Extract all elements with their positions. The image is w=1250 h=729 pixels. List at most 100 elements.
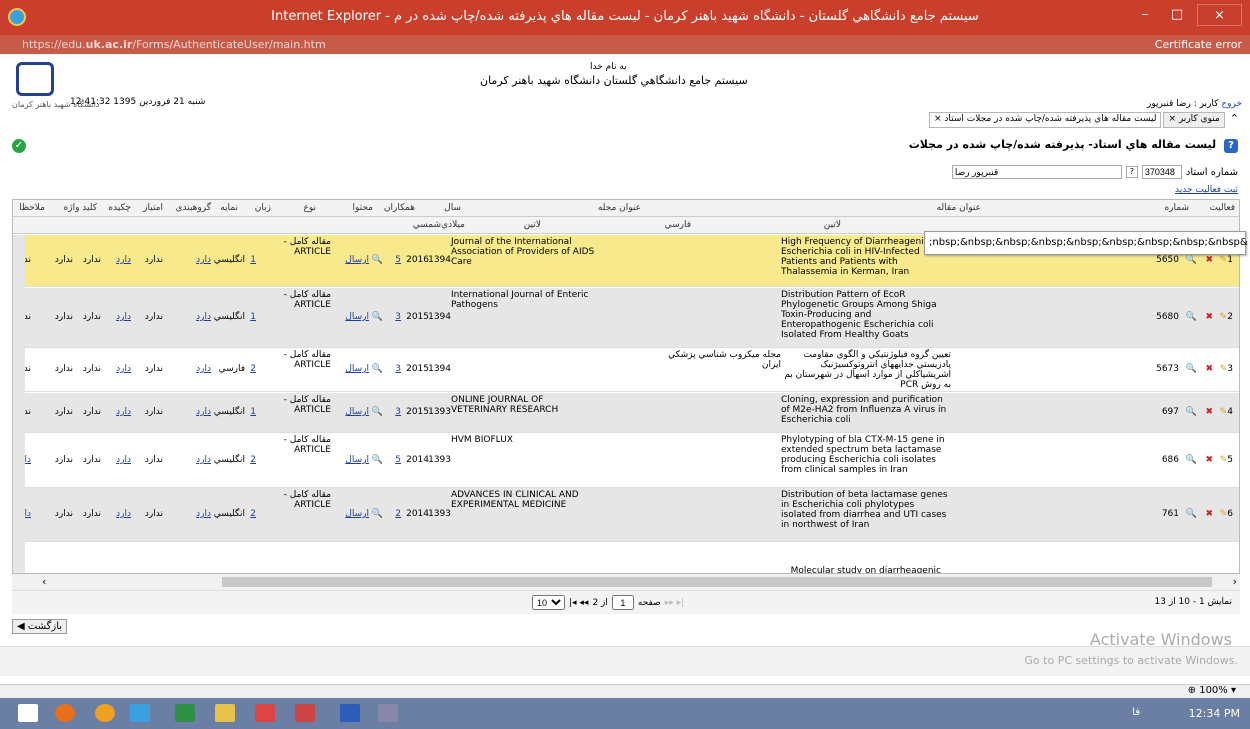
edit-icon[interactable]: ✎	[1219, 509, 1227, 519]
last-page-icon[interactable]: ▸▸ ▸|	[665, 598, 684, 608]
content-search-icon[interactable]: 🔍	[372, 455, 383, 465]
edit-icon[interactable]: ✎	[1219, 455, 1227, 465]
app-icon[interactable]	[378, 704, 398, 722]
store-icon[interactable]	[175, 704, 195, 722]
chrome-icon[interactable]	[55, 704, 75, 722]
table-row[interactable]: 5 686 Phylotyping of bla CTX-M-15 gene in …	[13, 433, 1239, 488]
start-icon[interactable]	[18, 704, 38, 722]
content-search-icon[interactable]: 🔍	[372, 364, 383, 374]
index-link[interactable]: دارد	[196, 255, 211, 265]
content-search-icon[interactable]: 🔍	[372, 255, 383, 265]
scroll-left-icon[interactable]: ‹	[42, 575, 46, 588]
points-link[interactable]: دارد	[116, 509, 131, 519]
delete-icon[interactable]: ✖	[1205, 312, 1213, 322]
header-activity: فعاليت	[1209, 203, 1235, 213]
send-link[interactable]: ارسال	[345, 364, 369, 374]
content-search-icon[interactable]: 🔍	[372, 509, 383, 519]
scroll-right-icon[interactable]: ›	[1233, 575, 1237, 588]
scroll-thumb[interactable]	[222, 577, 1212, 587]
edit-icon[interactable]: ✎	[1219, 255, 1227, 265]
vertical-scrollbar[interactable]	[13, 235, 25, 573]
address-bar[interactable]: https://edu.uk.ac.ir/Forms/AuthenticateU…	[0, 35, 1250, 54]
new-activity-link[interactable]: ثبت فعاليت جديد	[1175, 185, 1238, 195]
delete-icon[interactable]: ✖	[1205, 509, 1213, 519]
index-link[interactable]: دارد	[196, 455, 211, 465]
search-icon[interactable]: 🔍	[1186, 312, 1197, 322]
help-icon[interactable]: ?	[1224, 139, 1238, 153]
language-number[interactable]: 1	[250, 255, 256, 265]
language-number[interactable]: 2	[250, 509, 256, 519]
search-icon[interactable]: 🔍	[1186, 407, 1197, 417]
coauthors-count[interactable]: 3	[395, 407, 401, 417]
maximize-button[interactable]: □	[1162, 4, 1192, 26]
close-button[interactable]: ×	[1197, 4, 1242, 26]
collapse-icon[interactable]: ⌃	[1227, 112, 1242, 128]
tray-language[interactable]: فا	[1132, 707, 1140, 718]
professor-name-field[interactable]	[951, 165, 1122, 179]
language-number[interactable]: 2	[250, 364, 256, 374]
header-journal-title: عنوان مجله	[597, 203, 641, 213]
index-link[interactable]: دارد	[196, 312, 211, 322]
language-number[interactable]: 1	[250, 407, 256, 417]
points-link[interactable]: دارد	[116, 407, 131, 417]
search-icon[interactable]: 🔍	[1186, 455, 1197, 465]
send-link[interactable]: ارسال	[345, 455, 369, 465]
tab-article-list[interactable]: × ليست مقاله هاي پذيرفته شده/چاپ شده در …	[928, 112, 1162, 128]
address-url[interactable]: https://edu.uk.ac.ir/Forms/AuthenticateU…	[22, 35, 326, 54]
minimize-button[interactable]: –	[1130, 4, 1160, 26]
edit-icon[interactable]: ✎	[1219, 312, 1227, 322]
table-row[interactable]: 4 697 Cloning, expression and purification…	[13, 393, 1239, 433]
search-icon[interactable]: 🔍	[1186, 364, 1197, 374]
table-row[interactable]: 2 5680 Distribution Pattern of EcoR Phylog…	[13, 288, 1239, 348]
index-link[interactable]: دارد	[196, 407, 211, 417]
coauthors-count[interactable]: 3	[395, 364, 401, 374]
language-number[interactable]: 2	[250, 455, 256, 465]
firefox-icon[interactable]	[95, 704, 115, 722]
lookup-icon[interactable]: ?	[1125, 166, 1138, 178]
tab-user-menu[interactable]: × منوي کاربر	[1163, 112, 1225, 128]
table-row[interactable]: 3 5673 تعيين گروه فيلوژنتيکي و الگوي مقاوم…	[13, 348, 1239, 392]
certificate-error-button[interactable]: Certificate error	[1155, 35, 1242, 54]
index-link[interactable]: دارد	[196, 364, 211, 374]
word-icon[interactable]	[340, 704, 360, 722]
search-icon[interactable]: 🔍	[1186, 255, 1197, 265]
content-search-icon[interactable]: 🔍	[372, 407, 383, 417]
page-size-select[interactable]: 10	[532, 595, 565, 610]
delete-icon[interactable]: ✖	[1205, 407, 1213, 417]
pdf-icon[interactable]	[255, 704, 275, 722]
article-type: مقاله کامل - ARTICLE	[283, 435, 331, 455]
edit-icon[interactable]: ✎	[1219, 407, 1227, 417]
coauthors-count[interactable]: 2	[395, 509, 401, 519]
search-icon[interactable]: 🔍	[1186, 509, 1197, 519]
logout-link[interactable]: خروج	[1221, 99, 1242, 109]
send-link[interactable]: ارسال	[345, 255, 369, 265]
back-button[interactable]: ◀ بازگشت	[12, 619, 68, 634]
coauthors-count[interactable]: 3	[395, 312, 401, 322]
horizontal-scrollbar[interactable]: ‹ ›	[12, 574, 1240, 590]
send-link[interactable]: ارسال	[345, 509, 369, 519]
send-link[interactable]: ارسال	[345, 407, 369, 417]
points-link[interactable]: دارد	[116, 455, 131, 465]
coauthors-count[interactable]: 5	[395, 255, 401, 265]
content-search-icon[interactable]: 🔍	[372, 312, 383, 322]
page-number-input[interactable]	[611, 595, 634, 610]
points-link[interactable]: دارد	[116, 312, 131, 322]
send-link[interactable]: ارسال	[345, 312, 369, 322]
professor-number-field[interactable]	[1141, 165, 1182, 179]
points-link[interactable]: دارد	[116, 364, 131, 374]
language-number[interactable]: 1	[250, 312, 256, 322]
delete-icon[interactable]: ✖	[1205, 455, 1213, 465]
paint-icon[interactable]	[295, 704, 315, 722]
coauthors-count[interactable]: 5	[395, 455, 401, 465]
index-link[interactable]: دارد	[196, 509, 211, 519]
points-link[interactable]: دارد	[116, 255, 131, 265]
url-prefix: https://edu.	[22, 38, 86, 51]
zoom-level[interactable]: ⊕ 100% ▾	[1188, 685, 1236, 696]
edit-icon[interactable]: ✎	[1219, 364, 1227, 374]
delete-icon[interactable]: ✖	[1205, 364, 1213, 374]
delete-icon[interactable]: ✖	[1205, 255, 1213, 265]
first-page-icon[interactable]: |◂ ◂◂	[569, 598, 588, 608]
ie-taskbar-icon[interactable]	[130, 704, 150, 722]
explorer-icon[interactable]	[215, 704, 235, 722]
table-row[interactable]: 6 761 Distribution of beta lactamase genes…	[13, 488, 1239, 542]
